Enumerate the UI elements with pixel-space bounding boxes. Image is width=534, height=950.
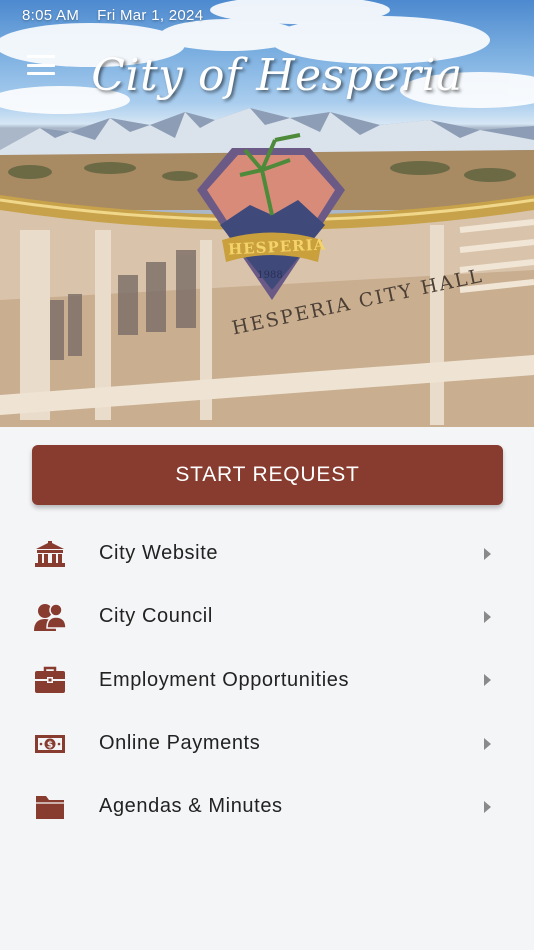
menu-item-label: City Website — [99, 542, 219, 565]
menu-item-city-council[interactable]: City Council — [0, 585, 534, 648]
menu-item-label: Agendas & Minutes — [99, 795, 283, 818]
menu-item-agendas-minutes[interactable]: Agendas & Minutes — [0, 775, 534, 838]
seal-year: 1988 — [257, 270, 283, 281]
menu-item-label: Employment Opportunities — [99, 668, 350, 691]
menu-item-label: City Council — [99, 605, 213, 628]
start-request-button[interactable]: START REQUEST — [32, 445, 503, 505]
app-title: City of Hesperia — [91, 50, 463, 101]
chevron-right-icon — [484, 610, 491, 623]
city-hall-icon — [33, 539, 67, 569]
status-date: Fri Mar 1, 2024 — [97, 7, 204, 24]
status-time: 8:05 AM — [22, 7, 80, 24]
chevron-right-icon — [484, 547, 491, 560]
money-bill-icon: $ — [33, 729, 67, 759]
header-banner: 8:05 AM Fri Mar 1, 2024 City of Hesperia… — [0, 0, 534, 427]
chevron-right-icon — [484, 737, 491, 750]
menu-item-employment-opportunities[interactable]: Employment Opportunities — [0, 649, 534, 712]
status-bar: 8:05 AM Fri Mar 1, 2024 — [22, 7, 203, 24]
council-members-icon — [33, 602, 67, 632]
briefcase-icon — [33, 665, 67, 695]
chevron-right-icon — [484, 674, 491, 687]
menu-item-city-website[interactable]: City Website — [0, 522, 534, 585]
folder-icon — [33, 792, 67, 822]
menu-item-online-payments[interactable]: $ Online Payments — [0, 712, 534, 775]
chevron-right-icon — [484, 800, 491, 813]
svg-text:$: $ — [47, 740, 53, 750]
menu-item-label: Online Payments — [99, 732, 261, 755]
menu-list: City Website City Council Employment Opp… — [0, 522, 534, 838]
